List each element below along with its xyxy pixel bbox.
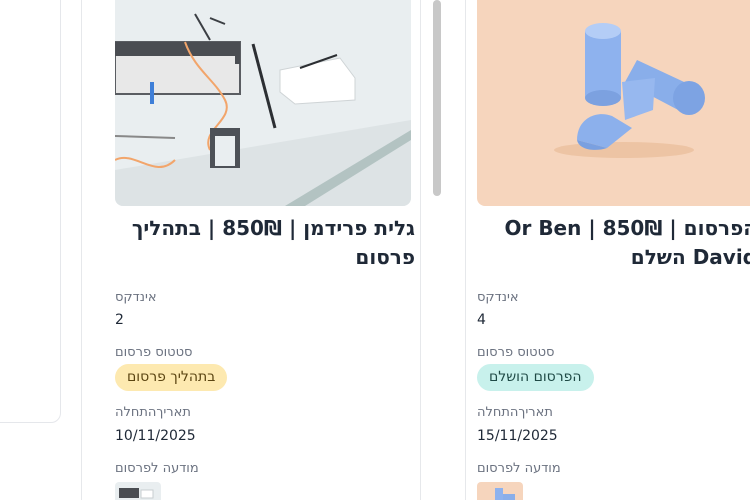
column-divider: [81, 0, 82, 500]
column-divider: [420, 0, 421, 500]
ad-thumbnail[interactable]: [477, 482, 523, 500]
start-date-value: 10/11/2025: [115, 428, 196, 444]
card-title: גלית פרידמן | 850₪ | בתהליך פרסום: [131, 216, 415, 269]
index-label: אינדקס: [115, 290, 157, 305]
status-label: סטטוס פרסום: [115, 345, 193, 360]
status-badge: בתהליך פרסום: [115, 364, 228, 391]
ad-thumbnail[interactable]: [115, 482, 161, 500]
status-badge: הפרסום הושלם: [477, 364, 594, 391]
card-image[interactable]: [115, 0, 411, 206]
index-label: אינדקס: [477, 290, 519, 305]
index-value: 2: [115, 312, 124, 328]
page: גלית פרידמן | 850₪ | בתהליך פרסום אינדקס…: [0, 0, 750, 500]
office-desk-photo: [115, 0, 411, 206]
start-date-value: 15/11/2025: [477, 428, 558, 444]
left-panel: [0, 0, 61, 423]
card-image[interactable]: [477, 0, 750, 206]
record-card[interactable]: הפרסום | 850₪ | Or Ben David השלם אינדקס…: [477, 0, 750, 500]
record-card[interactable]: גלית פרידמן | 850₪ | בתהליך פרסום אינדקס…: [115, 0, 420, 500]
ad-label: מודעה לפרסום: [115, 461, 199, 476]
start-date-label: תאריךהתחלה: [115, 405, 191, 420]
ad-label: מודעה לפרסום: [477, 461, 561, 476]
scrollbar-thumb[interactable]: [433, 0, 441, 196]
card-title: הפרסום | 850₪ | Or Ben David השלם: [504, 216, 750, 269]
start-date-label: תאריךהתחלה: [477, 405, 553, 420]
blue-shapes-photo: [477, 0, 750, 206]
status-label: סטטוס פרסום: [477, 345, 555, 360]
index-value: 4: [477, 312, 486, 328]
column-divider: [465, 0, 466, 500]
